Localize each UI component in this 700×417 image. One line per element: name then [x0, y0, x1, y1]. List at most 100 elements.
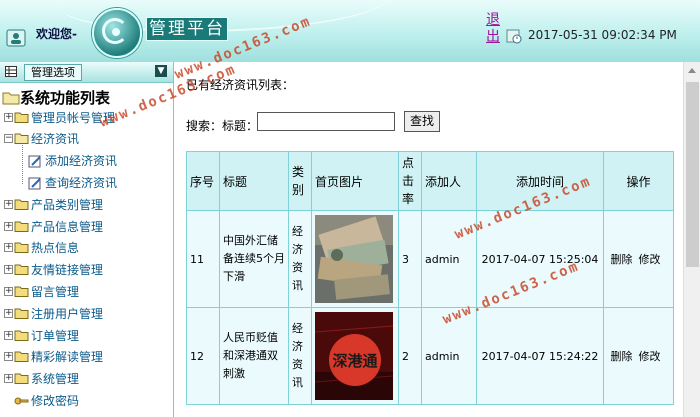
tree-root-label: 系统功能列表: [20, 89, 111, 107]
table-row: 12 人民币贬值和深港通双刺激 经济资讯 深港通 2 admin 2017-04…: [186, 307, 674, 405]
folder-open-icon: [14, 133, 29, 145]
sidebar-item-folder[interactable]: + 产品信息管理: [4, 216, 103, 236]
sidebar-item-folder[interactable]: + 管理员帐号管理: [4, 107, 115, 127]
cell-category: 经济资讯: [288, 210, 312, 308]
cell-title: 中国外汇储备连续5个月下滑: [219, 210, 289, 308]
cell-clicks: 2: [398, 307, 422, 405]
sidebar-item-label: 系统管理: [31, 372, 80, 387]
folder-icon: [14, 264, 29, 276]
grid-icon: [5, 66, 17, 77]
sidebar-item-label: 产品类别管理: [31, 197, 104, 212]
folder-icon: [14, 199, 29, 210]
key-icon: [14, 395, 29, 406]
expand-icon[interactable]: +: [4, 352, 13, 362]
sidebar-menu-bar: 管理选项 ▼: [0, 62, 173, 83]
col-header-title: 标题: [219, 151, 289, 211]
welcome-text: 欢迎您-: [36, 27, 77, 41]
sidebar-item-folder[interactable]: + 产品类别管理: [4, 194, 103, 214]
delete-link[interactable]: 删除: [611, 253, 633, 266]
cell-image: 深港通: [311, 307, 399, 405]
main-content: 已有经济资讯列表： 搜索：标题： 查找 序号 标题 类别 首页图片 点击率 添加…: [174, 62, 683, 417]
sidebar-item-password[interactable]: 修改密码: [14, 390, 79, 410]
sidebar-item-folder[interactable]: + 系统管理: [4, 369, 79, 389]
folder-icon: [14, 112, 29, 123]
col-header-clicks: 点击率: [398, 151, 422, 211]
sidebar-item-folder[interactable]: + 友情链接管理: [4, 260, 103, 280]
cell-category: 经济资讯: [288, 307, 312, 405]
folder-icon: [14, 351, 29, 363]
sidebar-item-folder[interactable]: + 精彩解读管理: [4, 347, 103, 367]
sidebar-item-folder[interactable]: + 订单管理: [4, 325, 79, 345]
sidebar-item-folder[interactable]: + 留言管理: [4, 281, 79, 301]
edit-link[interactable]: 修改: [639, 253, 661, 266]
sidebar-item-label: 修改密码: [31, 393, 80, 408]
sidebar-item-label: 添加经济资讯: [45, 154, 118, 169]
sidebar-item-folder[interactable]: − 经济资讯: [4, 129, 79, 149]
expand-icon[interactable]: +: [4, 330, 13, 340]
folder-icon: [14, 286, 29, 297]
collapse-icon[interactable]: −: [4, 134, 13, 144]
page-heading: 已有经济资讯列表：: [186, 78, 295, 92]
sidebar-item-label: 订单管理: [31, 328, 80, 343]
folder-icon: [14, 330, 29, 341]
scroll-up-arrow-icon[interactable]: [684, 62, 700, 79]
edit-link[interactable]: 修改: [639, 350, 661, 363]
col-header-time: 添加时间: [476, 151, 604, 211]
scroll-thumb[interactable]: [686, 82, 699, 267]
sidebar-item-label: 产品信息管理: [31, 219, 104, 234]
search-label: 搜索：标题：: [186, 119, 259, 133]
logout-link[interactable]: 退出: [486, 12, 502, 46]
expand-icon[interactable]: +: [4, 265, 13, 275]
vertical-scrollbar[interactable]: [683, 62, 700, 417]
current-datetime: 2017-05-31 09:02:34 PM: [528, 28, 677, 42]
expand-icon[interactable]: +: [4, 308, 13, 318]
app-logo-icon: [92, 8, 142, 58]
expand-icon[interactable]: +: [4, 199, 13, 209]
folder-open-icon: [2, 92, 20, 104]
sidebar-item-label: 热点信息: [31, 241, 80, 256]
shenzhen-hk-connect-image: 深港通: [315, 312, 393, 400]
user-icon: [6, 29, 26, 47]
cell-time: 2017-04-07 15:25:04: [476, 210, 604, 308]
sidebar-item-label: 留言管理: [31, 284, 80, 299]
cell-author: admin: [421, 210, 477, 308]
expand-icon[interactable]: +: [4, 286, 13, 296]
sidebar-item-label: 注册用户管理: [31, 306, 104, 321]
expand-icon[interactable]: +: [4, 243, 13, 253]
folder-icon: [14, 221, 29, 232]
sidebar-item-folder[interactable]: + 注册用户管理: [4, 303, 103, 323]
col-header-actions: 操作: [603, 151, 674, 211]
tree-root[interactable]: 系统功能列表: [2, 87, 110, 108]
cell-title: 人民币贬值和深港通双刺激: [219, 307, 289, 405]
sidebar-item-label: 管理员帐号管理: [31, 110, 116, 125]
expand-icon[interactable]: +: [4, 112, 13, 122]
col-header-image: 首页图片: [311, 151, 399, 211]
sidebar-item-folder[interactable]: + 热点信息: [4, 238, 79, 258]
expand-icon[interactable]: +: [4, 374, 13, 384]
search-title-input[interactable]: [257, 112, 395, 131]
header-bar: 欢迎您- 管理平台 退出 2017-05-31 09:02:34 PM: [0, 0, 700, 63]
folder-icon: [14, 242, 29, 254]
sidebar-item-label: 经济资讯: [31, 132, 80, 147]
cell-author: admin: [421, 307, 477, 405]
expand-icon[interactable]: +: [4, 221, 13, 231]
collapse-down-icon[interactable]: ▼: [155, 65, 167, 77]
col-header-author: 添加人: [421, 151, 477, 211]
menu-options-tab[interactable]: 管理选项: [24, 64, 82, 81]
cell-id: 12: [186, 307, 220, 405]
app-title: 管理平台: [146, 17, 228, 41]
delete-link[interactable]: 删除: [611, 350, 633, 363]
folder-icon: [14, 373, 29, 385]
sidebar-item-label: 友情链接管理: [31, 263, 104, 278]
sidebar-item-label: 精彩解读管理: [31, 350, 104, 365]
edit-page-icon: [28, 177, 43, 190]
edit-page-icon: [28, 155, 43, 168]
table-header-row: 序号 标题 类别 首页图片 点击率 添加人 添加时间 操作: [186, 151, 674, 211]
sidebar-item-page[interactable]: 添加经济资讯: [28, 151, 117, 171]
cell-clicks: 3: [398, 210, 422, 308]
cell-id: 11: [186, 210, 220, 308]
news-table: 序号 标题 类别 首页图片 点击率 添加人 添加时间 操作 11 中国外汇储备连…: [186, 151, 674, 405]
money-photo-image: [315, 215, 393, 303]
search-button[interactable]: 查找: [404, 111, 440, 132]
sidebar-item-page[interactable]: 查询经济资讯: [28, 172, 117, 192]
